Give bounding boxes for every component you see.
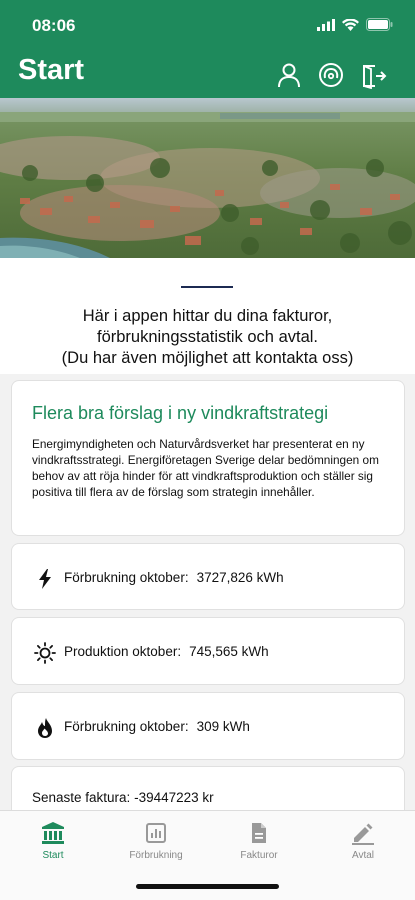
status-icons (317, 18, 393, 31)
news-body: Energimyndigheten och Naturvårdsverket h… (32, 437, 379, 499)
divider (181, 286, 233, 288)
invoice-label: Senaste faktura: (32, 790, 131, 805)
sun-icon (34, 642, 56, 664)
signal-icon (317, 18, 335, 31)
stat-label: Förbrukning oktober: (64, 719, 189, 734)
document-icon (252, 823, 266, 843)
profile-icon[interactable] (275, 61, 303, 89)
intro-line: förbrukningsstatistik och avtal. (96, 328, 319, 346)
stat-value: 3727,826 kWh (196, 570, 284, 585)
pen-icon (352, 823, 374, 845)
tab-label: Fakturor (240, 850, 278, 861)
consumption-card[interactable]: Förbrukning oktober: 3727,826 kWh (12, 544, 404, 609)
support-icon[interactable] (317, 61, 345, 89)
battery-icon (366, 18, 393, 31)
production-card[interactable]: Produktion oktober: 745,565 kWh (12, 618, 404, 684)
status-time: 08:06 (32, 16, 76, 35)
home-indicator (136, 884, 279, 889)
intro-text: Här i appen hittar du dina fakturor, för… (0, 306, 415, 369)
chart-icon (146, 823, 166, 843)
tab-avtal[interactable]: Avtal (311, 821, 415, 873)
stat-label: Produktion oktober: (64, 644, 182, 659)
lightning-icon (39, 569, 51, 589)
intro-line: Här i appen hittar du dina fakturor, (82, 307, 333, 325)
stat-text: Förbrukning oktober: 3727,826 kWh (64, 570, 284, 585)
stat-value: 745,565 kWh (189, 644, 269, 659)
intro-section: Här i appen hittar du dina fakturor, för… (0, 258, 415, 374)
stat-text: Förbrukning oktober: 309 kWh (64, 719, 250, 734)
hero-image (0, 98, 415, 258)
tab-forbrukning[interactable]: Förbrukning (104, 821, 208, 873)
intro-line: (Du har även möjlighet att kontakta oss) (61, 349, 354, 367)
tab-label: Avtal (351, 850, 375, 861)
wifi-icon (342, 18, 359, 31)
stat-label: Förbrukning oktober: (64, 570, 189, 585)
tab-fakturor[interactable]: Fakturor (207, 821, 311, 873)
tab-label: Start (42, 850, 64, 861)
news-title: Flera bra förslag i ny vindkraftstrategi (32, 403, 329, 423)
app-header: 08:06 Start (0, 0, 415, 98)
bank-icon (42, 822, 64, 844)
news-card[interactable]: Flera bra förslag i ny vindkraftstrategi… (12, 381, 404, 535)
stat-value: 309 kWh (196, 719, 250, 734)
tab-start[interactable]: Start (1, 821, 105, 873)
invoice-value: -39447223 kr (134, 790, 214, 805)
page-title: Start (18, 54, 85, 86)
logout-icon[interactable] (359, 61, 387, 89)
flame-icon (38, 718, 52, 738)
tab-label: Förbrukning (129, 850, 183, 861)
invoice-text: Senaste faktura: -39447223 kr (32, 790, 214, 805)
heating-card[interactable]: Förbrukning oktober: 309 kWh (12, 693, 404, 759)
status-bar: 08:06 (0, 0, 415, 52)
stat-text: Produktion oktober: 745,565 kWh (64, 644, 269, 659)
